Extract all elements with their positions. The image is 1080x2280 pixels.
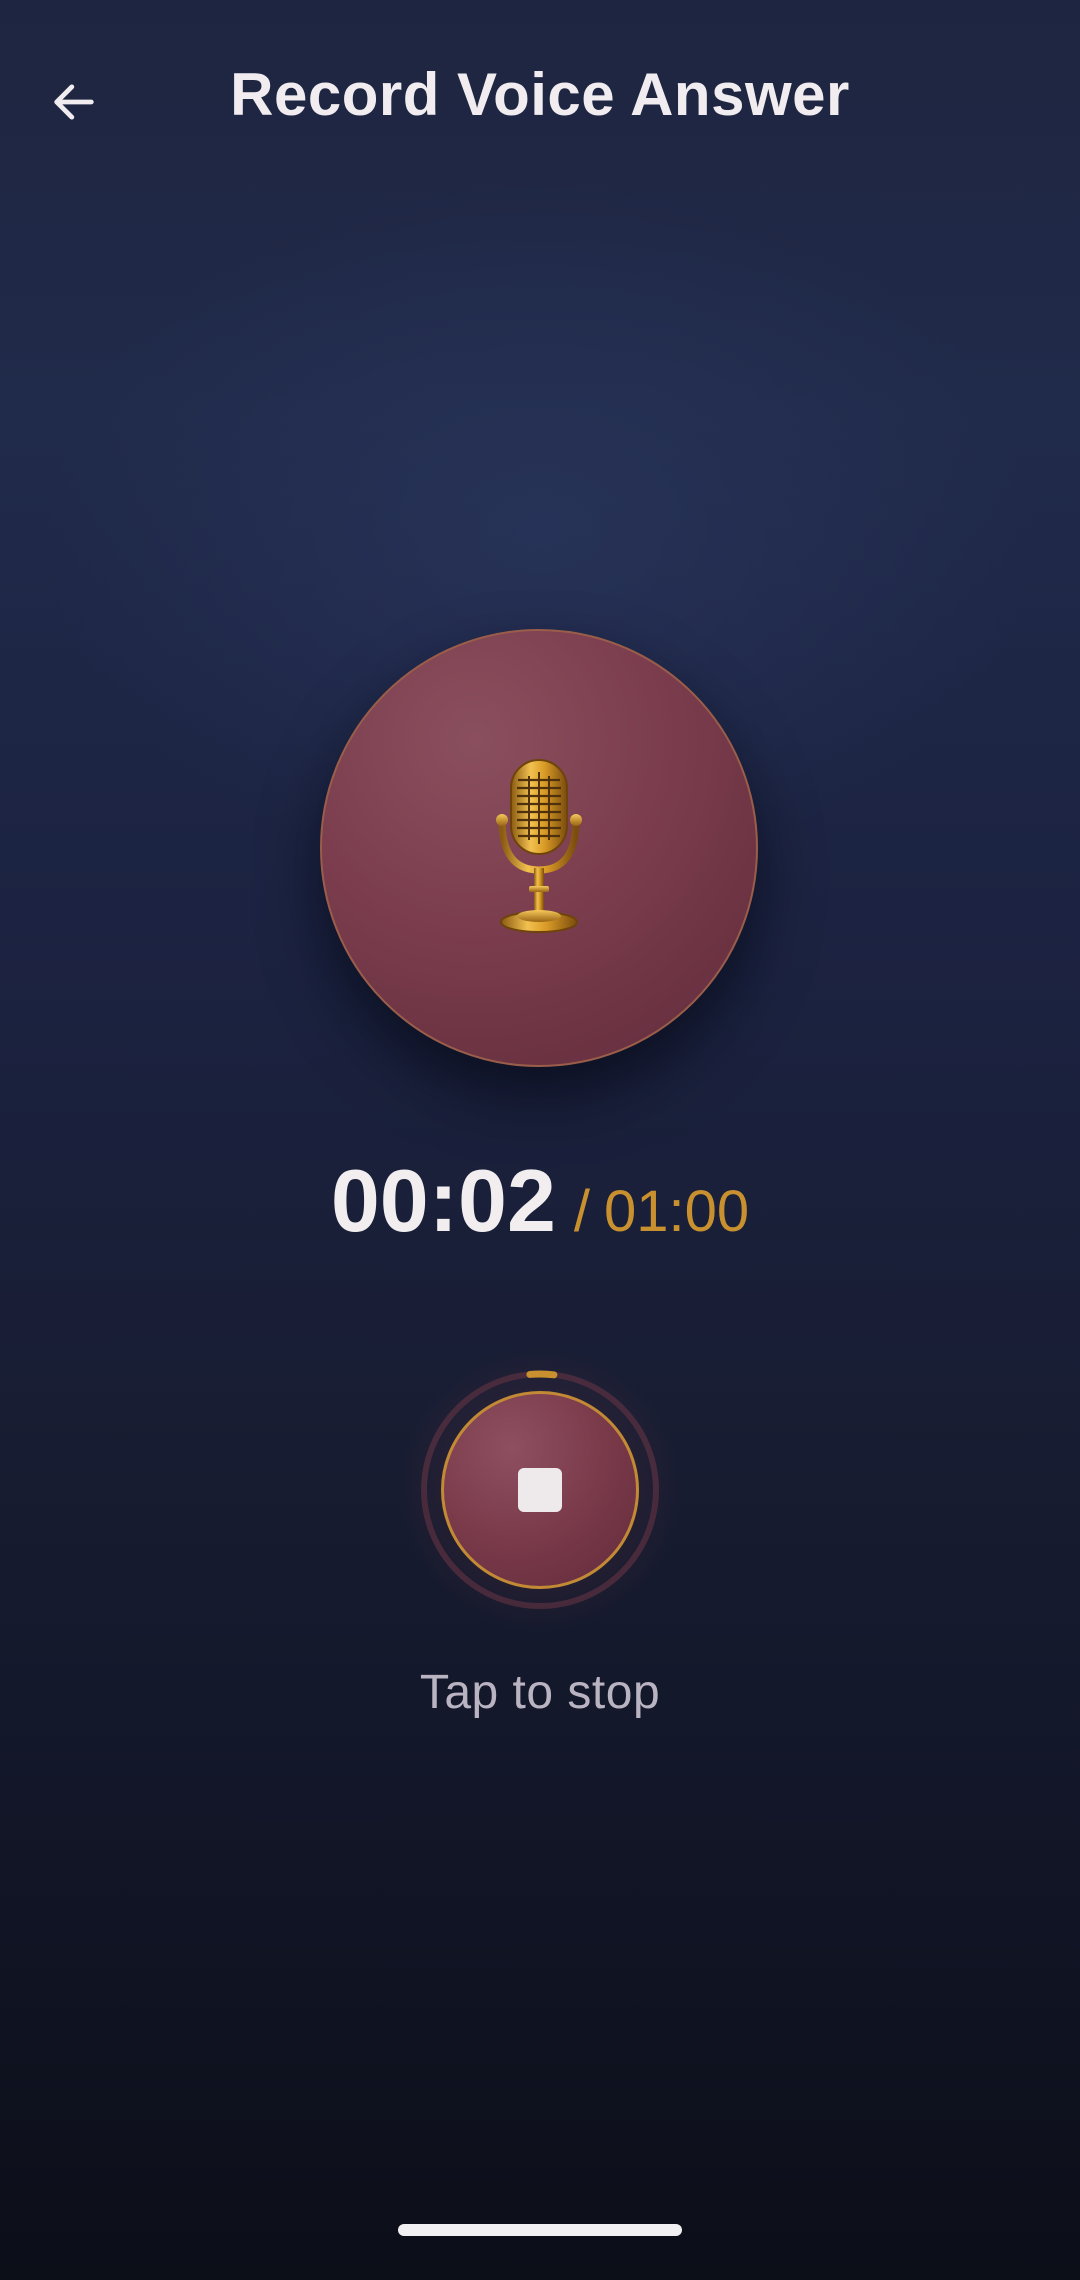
home-indicator[interactable] [398, 2224, 682, 2236]
microphone-display [320, 629, 758, 1067]
stop-button[interactable] [441, 1391, 639, 1589]
elapsed-time: 00:02 [330, 1151, 556, 1250]
top-bar: Record Voice Answer [0, 0, 1080, 205]
vintage-microphone-icon [496, 759, 582, 933]
page-title: Record Voice Answer [230, 61, 850, 128]
time-limit: 01:00 [604, 1179, 750, 1244]
stop-square-icon [518, 1468, 562, 1512]
recording-timer: 00:02 /01:00 [0, 1150, 1080, 1252]
stop-recording-control[interactable] [385, 1335, 695, 1645]
tap-to-stop-hint: Tap to stop [419, 1666, 661, 1719]
time-separator: / [573, 1179, 591, 1244]
